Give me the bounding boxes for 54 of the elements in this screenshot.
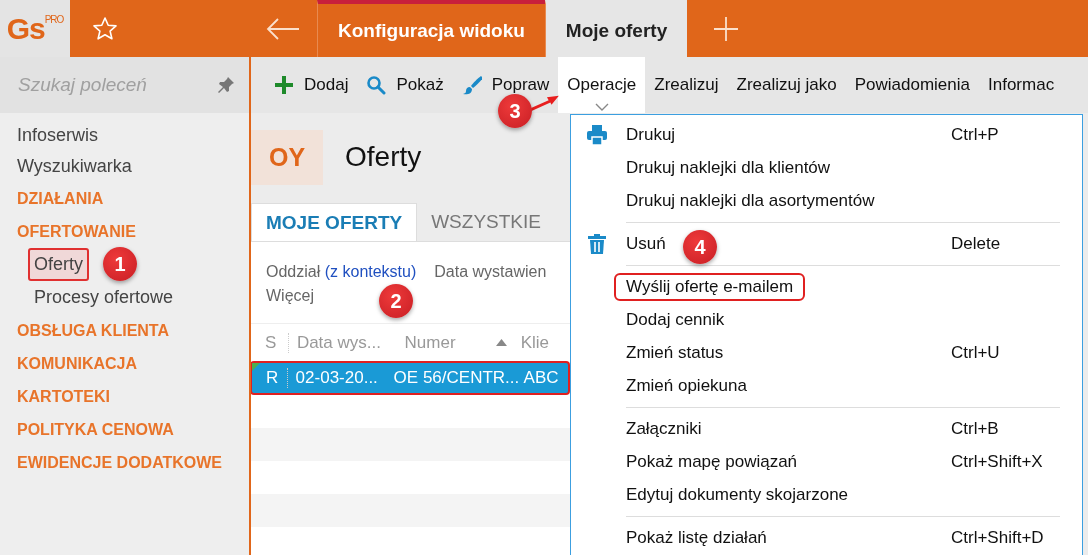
sidebar-item[interactable]: Infoserwis [17, 120, 99, 151]
view-tab[interactable]: WSZYSTKIE [417, 203, 555, 241]
menu-item[interactable]: Zmień opiekuna [614, 371, 759, 400]
toolbar-button[interactable]: Informac [979, 57, 1064, 113]
menu-item[interactable]: Pokaż listę działań [614, 523, 779, 552]
chevron-icon [594, 103, 609, 111]
trash-icon [585, 232, 608, 255]
sidebar-item[interactable]: Wyszukiwarka [17, 151, 132, 182]
star-icon[interactable] [92, 15, 118, 42]
shortcut-label: Ctrl+B [951, 418, 999, 439]
shortcut-label: Ctrl+Shift+D [951, 527, 1044, 548]
sidebar-item[interactable]: Oferty [28, 248, 89, 281]
brush-icon [461, 75, 482, 95]
menu-item[interactable]: Zmień status [614, 338, 736, 367]
menu-item[interactable]: Drukuj naklejki dla asortymentów [614, 186, 887, 215]
menu-item[interactable]: Drukuj naklejki dla klientów [614, 153, 843, 182]
back-arrow-icon[interactable] [266, 17, 300, 40]
step-badge: 3 [498, 94, 532, 128]
sidebar-item[interactable]: Procesy ofertowe [28, 281, 180, 314]
view-code-tile: OY [251, 129, 323, 185]
view-tab[interactable]: MOJE OFERTY [251, 203, 418, 241]
menu-item[interactable]: Dodaj cennik [614, 305, 737, 334]
corner-marker [252, 363, 260, 371]
filter-label[interactable]: Oddział (z kontekstu) [266, 260, 417, 284]
toolbar-button[interactable]: Powiadomienia [845, 57, 979, 113]
search-icon [366, 75, 387, 95]
menu-item[interactable]: Usuń [614, 229, 678, 258]
menu-item[interactable]: Drukuj [614, 120, 688, 149]
toolbar-button[interactable]: Pokaż [357, 57, 453, 113]
more-link[interactable]: Więcej [266, 284, 314, 308]
view-title: Oferty [345, 141, 422, 173]
command-search-field[interactable]: Szukaj poleceń [0, 57, 249, 113]
tab[interactable]: Moje oferty [544, 0, 688, 57]
plus-icon[interactable] [713, 15, 740, 42]
menu-item[interactable]: Wyślij ofertę e-mailem [614, 272, 806, 301]
pin-icon[interactable] [217, 76, 235, 94]
filter-label[interactable]: Data wystawien [434, 260, 547, 284]
toolbar-button[interactable]: Zrealizuj [645, 57, 728, 113]
shortcut-label: Ctrl+U [951, 342, 1000, 363]
table-cell-text: R [265, 368, 280, 388]
table-cell-text: OE 56/CENTR... [392, 368, 520, 388]
shortcut-label: Delete [951, 233, 1001, 254]
plus-icon [274, 75, 294, 95]
toolbar-button[interactable]: Zrealizuj jako [727, 57, 846, 113]
menu-item[interactable]: Edytuj dokumenty skojarzone [614, 480, 861, 509]
shortcut-label: Ctrl+Shift+X [951, 451, 1043, 472]
table-cell-text: ABC [522, 368, 560, 388]
menu-item[interactable]: Pokaż mapę powiązań [614, 447, 810, 476]
toolbar-button[interactable]: Operacje [558, 57, 646, 113]
shortcut-label: Ctrl+P [951, 124, 999, 145]
toolbar-button[interactable]: Dodaj [265, 57, 358, 113]
table-cell: 02-03-20... [286, 368, 384, 388]
menu-item[interactable]: Załączniki [614, 414, 714, 443]
printer-icon [585, 123, 608, 146]
